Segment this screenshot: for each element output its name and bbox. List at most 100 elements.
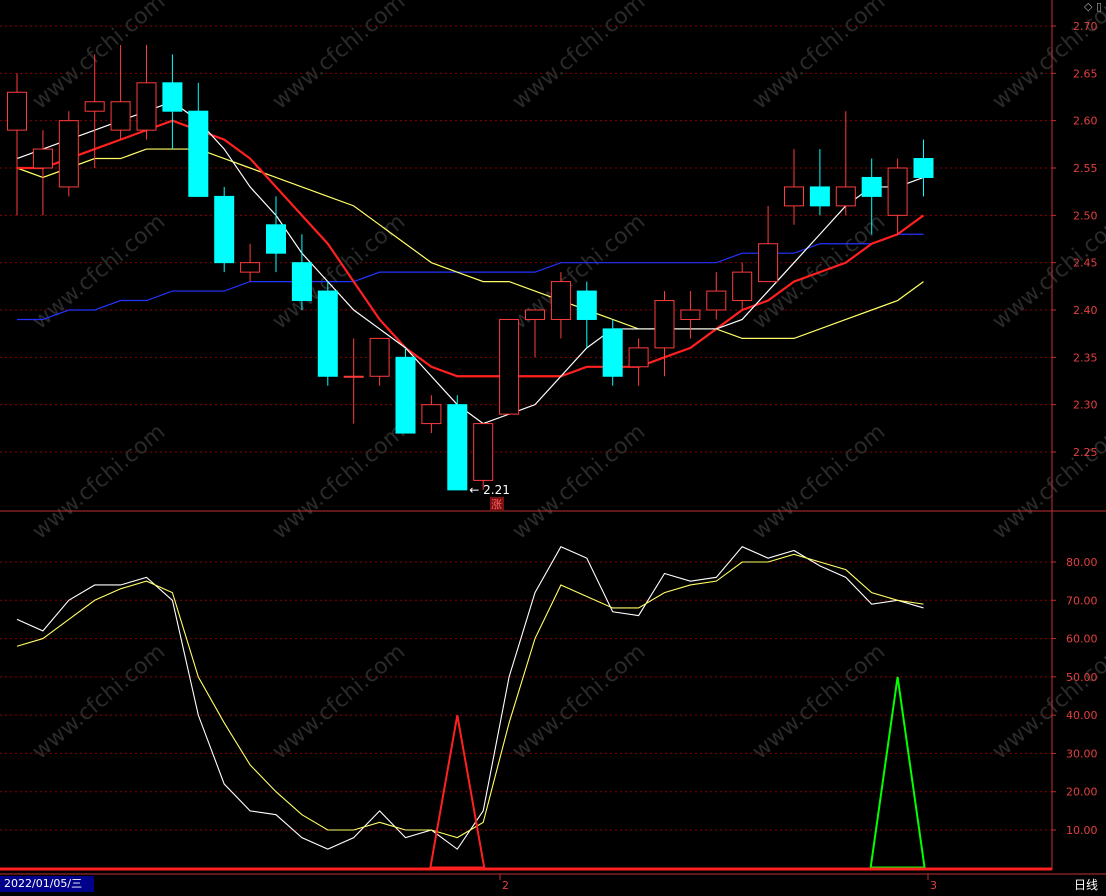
candle (628, 338, 649, 386)
labels: ← 2.21涨 (469, 483, 510, 511)
candle-body (136, 82, 157, 131)
watermark-text: www.cfchi.com (508, 0, 650, 115)
candle (7, 73, 27, 216)
candle-body (7, 91, 27, 131)
candle-body (887, 167, 908, 216)
chart-canvas: www.cfchi.com www.cfchi.com www.cfchi.com w… (0, 0, 1106, 892)
candle (240, 243, 261, 282)
candle-body (576, 290, 597, 320)
sell-signal (869, 676, 926, 869)
candle-body (317, 290, 338, 377)
candle (110, 44, 131, 140)
candle (58, 111, 79, 197)
osc-tick-label: 30.00 (1066, 747, 1098, 760)
watermark-text: www.cfchi.com (988, 639, 1106, 764)
watermark-text: www.cfchi.com (268, 0, 410, 115)
candle (473, 423, 494, 490)
price-tick-label: 2.25 (1073, 446, 1098, 459)
osc-tick-label: 50.00 (1066, 671, 1098, 684)
watermark-text: www.cfchi.com (28, 419, 170, 544)
candle-body (214, 195, 235, 264)
candle (136, 44, 157, 140)
candle (421, 395, 442, 434)
osc-tick-label: 20.00 (1066, 786, 1098, 799)
candle-body (654, 300, 675, 349)
low-price-annotation: ← 2.21 (469, 483, 510, 497)
watermark-text: www.cfchi.com (268, 639, 410, 764)
candle (602, 319, 623, 386)
watermark-text: www.cfchi.com (28, 639, 170, 764)
candle (784, 149, 804, 225)
candle-body (421, 404, 442, 425)
d-line (16, 553, 924, 839)
candle (369, 337, 390, 386)
candle (447, 395, 468, 491)
watermark-text: www.cfchi.com (748, 419, 890, 544)
candle (188, 82, 209, 197)
candle (525, 309, 545, 358)
x-tick-label: 2 (502, 879, 509, 892)
marker-text: 涨 (491, 498, 502, 511)
candle (758, 205, 779, 283)
candle (343, 338, 364, 424)
candle-body (240, 262, 261, 273)
candle-body (291, 262, 312, 302)
period-label[interactable]: 日线 (1074, 876, 1098, 893)
watermark-text: www.cfchi.com (268, 419, 410, 544)
candle-body (913, 158, 934, 178)
watermark-text: www.cfchi.com (748, 639, 890, 764)
candle-body (343, 375, 364, 378)
price-tick-label: 2.65 (1073, 67, 1098, 80)
candle (214, 186, 235, 273)
candle-body (447, 404, 468, 491)
candle-body (758, 243, 779, 283)
candle-body (32, 148, 53, 169)
candle-body (84, 101, 105, 112)
window-icons[interactable]: ◇ ▯ (1084, 0, 1102, 13)
watermark-text: www.cfchi.com (508, 419, 650, 544)
candle (809, 149, 830, 216)
candle-body (550, 281, 571, 320)
candle (317, 281, 338, 386)
candle-body (784, 186, 804, 207)
candle (654, 291, 675, 377)
watermark-text: www.cfchi.com (28, 209, 170, 334)
watermark-text: www.cfchi.com (988, 0, 1106, 115)
candle (291, 234, 312, 310)
candle (162, 54, 183, 150)
candle (887, 158, 908, 235)
watermark-text: www.cfchi.com (988, 419, 1106, 544)
candle (576, 281, 597, 348)
price-tick-label: 2.30 (1073, 399, 1098, 412)
x-tick-label: 3 (930, 879, 937, 892)
candle-body (395, 356, 416, 434)
date-readout: 2022/01/05/三 (0, 876, 94, 892)
candle-body (628, 347, 649, 368)
candle-body (266, 224, 286, 254)
price-tick-label: 2.55 (1073, 162, 1098, 175)
osc-tick-label: 10.00 (1066, 824, 1098, 837)
candle-body (835, 186, 856, 207)
candle-body (732, 271, 753, 302)
candle (835, 111, 856, 216)
candle (706, 272, 727, 320)
candle (550, 272, 571, 339)
price-tick-label: 2.60 (1073, 115, 1098, 128)
price-tick-label: 2.35 (1073, 351, 1098, 364)
price-tick-label: 2.70 (1073, 20, 1098, 33)
candle-body (369, 337, 390, 377)
candle (732, 262, 753, 310)
osc-tick-label: 60.00 (1066, 633, 1098, 646)
watermark-text: www.cfchi.com (748, 0, 890, 115)
candle (499, 318, 520, 415)
price-tick-label: 2.50 (1073, 209, 1098, 222)
k-line (16, 545, 924, 850)
candle-body (680, 309, 701, 320)
candle-body (188, 110, 209, 197)
candle-body (473, 423, 494, 481)
oscillator-lines (16, 545, 926, 870)
candle (32, 130, 53, 216)
osc-tick-label: 80.00 (1066, 556, 1098, 569)
price-tick-label: 2.45 (1073, 257, 1098, 270)
candle (680, 291, 701, 339)
